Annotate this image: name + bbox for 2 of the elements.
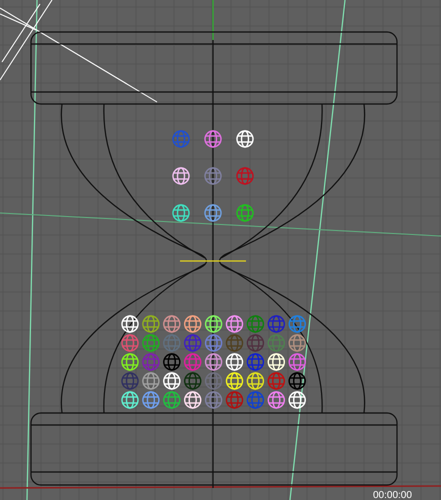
- axis-line: [212, 0, 214, 40]
- timecode: 00:00:00: [373, 490, 412, 500]
